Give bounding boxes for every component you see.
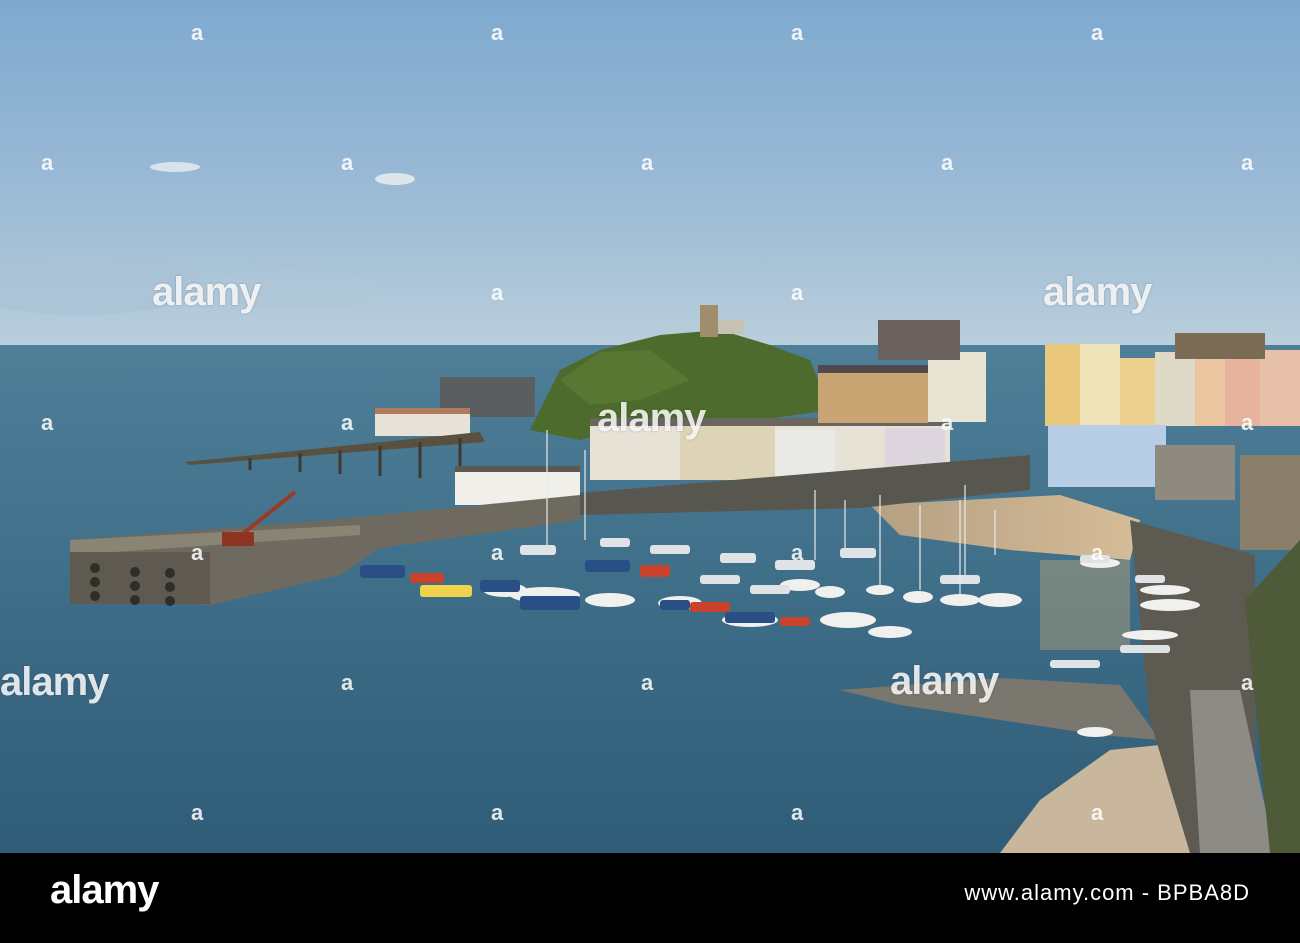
- watermark-mark: a: [1091, 800, 1104, 825]
- watermark-brand: alamy: [152, 270, 261, 314]
- watermark-mark: a: [191, 20, 204, 45]
- watermark-mark: a: [791, 800, 804, 825]
- watermark-mark: a: [191, 540, 204, 565]
- watermark-mark: a: [341, 670, 354, 695]
- watermark-mark: a: [491, 540, 504, 565]
- watermark-mark: a: [941, 410, 954, 435]
- watermark-mark: a: [791, 20, 804, 45]
- cloud: [375, 173, 415, 185]
- watermark-mark: a: [941, 150, 954, 175]
- watermark-mark: a: [191, 800, 204, 825]
- watermark-mark: a: [1091, 540, 1104, 565]
- cloud: [150, 162, 200, 172]
- watermark-mark: a: [41, 150, 54, 175]
- watermark-mark: a: [641, 150, 654, 175]
- watermark-mark: a: [1241, 150, 1254, 175]
- watermark-mark: a: [1091, 20, 1104, 45]
- photo-stage: alamy alamy alamy alamy alamy a a a a a …: [0, 0, 1300, 943]
- watermark-mark: a: [41, 410, 54, 435]
- watermark-brand: alamy: [890, 659, 999, 703]
- watermark-brand: alamy: [597, 396, 706, 440]
- watermark-mark: a: [341, 410, 354, 435]
- watermark-brand: alamy: [0, 660, 109, 704]
- watermark-mark: a: [1241, 410, 1254, 435]
- watermark-mark: a: [791, 540, 804, 565]
- watermark-mark: a: [641, 670, 654, 695]
- watermark-mark: a: [791, 280, 804, 305]
- footer-logo: alamy: [50, 868, 159, 912]
- watermark-brand: alamy: [1043, 270, 1152, 314]
- watermark-mark: a: [491, 20, 504, 45]
- image-id: www.alamy.com - BPBA8D: [964, 880, 1250, 905]
- watermark-mark: a: [491, 280, 504, 305]
- watermark-mark: a: [491, 800, 504, 825]
- tan-building: [818, 368, 928, 423]
- castle-tower: [700, 305, 718, 337]
- watermark-mark: a: [1241, 670, 1254, 695]
- watermark-mark: a: [341, 150, 354, 175]
